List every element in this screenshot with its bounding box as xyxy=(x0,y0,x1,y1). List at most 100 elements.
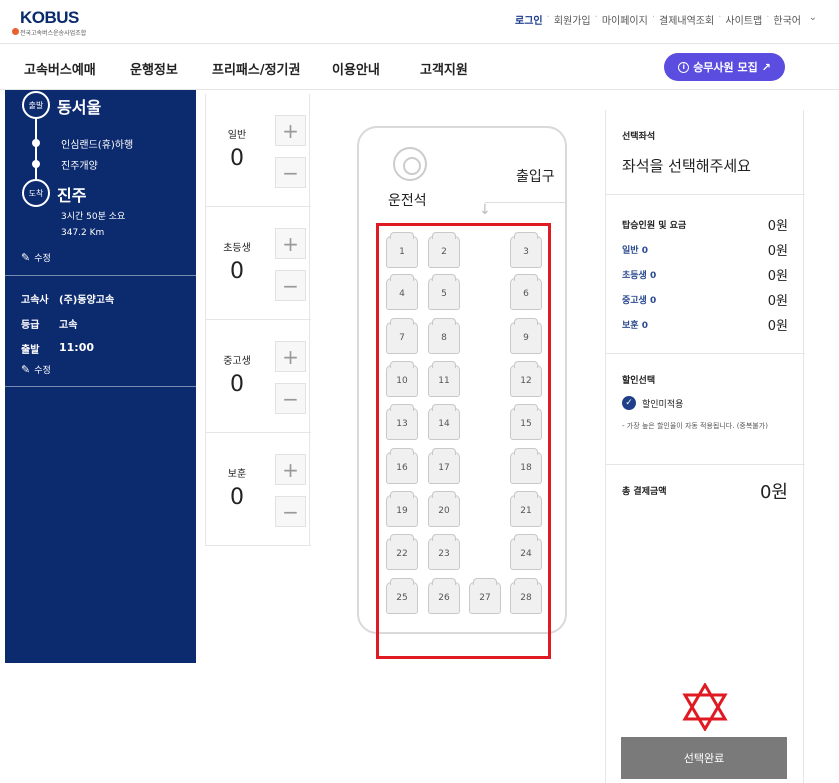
nav-booking[interactable]: 고속버스예매 xyxy=(24,59,96,78)
divider xyxy=(606,194,805,195)
company-label: 고속사 xyxy=(21,295,49,306)
minus-button[interactable]: − xyxy=(275,496,306,527)
plus-button[interactable]: + xyxy=(275,115,306,146)
seat[interactable]: 6 xyxy=(510,274,542,310)
seat[interactable]: 22 xyxy=(386,534,418,570)
counter-value: 0 xyxy=(230,259,244,284)
plus-button[interactable]: + xyxy=(275,341,306,372)
check-icon: ✓ xyxy=(622,396,636,410)
sitemap-link[interactable]: 사이트맵 xyxy=(721,12,766,27)
language-select[interactable]: 한국어 xyxy=(769,12,805,27)
plus-button[interactable]: + xyxy=(275,454,306,485)
total-amount: 0원 xyxy=(759,482,788,503)
payment-history-link[interactable]: 결제내역조회 xyxy=(655,12,718,27)
via-stop-2: 진주개양 xyxy=(61,161,98,172)
seat[interactable]: 26 xyxy=(428,578,460,614)
discount-title: 할인선택 xyxy=(622,376,656,386)
counter-value: 0 xyxy=(230,146,244,171)
edit-label: 수정 xyxy=(34,366,51,376)
minus-button[interactable]: − xyxy=(275,157,306,188)
seat[interactable]: 14 xyxy=(428,404,460,440)
seat[interactable]: 21 xyxy=(510,491,542,527)
divider xyxy=(606,353,805,354)
arrive-city: 진주 xyxy=(57,186,87,205)
edit-time-button[interactable]: ✎ 수정 xyxy=(21,363,51,376)
select-complete-button[interactable]: 선택완료 xyxy=(621,737,787,779)
fare-summary-row: 탑승인원 및 요금 0원 xyxy=(622,218,788,234)
pen-icon: ✎ xyxy=(21,363,31,376)
seat[interactable]: 4 xyxy=(386,274,418,310)
discount-option[interactable]: ✓ 할인미적용 xyxy=(622,396,683,410)
total-row: 총 결제금액 0원 xyxy=(622,482,788,503)
nav-support[interactable]: 고객지원 xyxy=(420,59,468,78)
logo-subtitle: 전국고속버스운송사업조합 xyxy=(20,30,87,37)
seat[interactable]: 19 xyxy=(386,491,418,527)
seat[interactable]: 5 xyxy=(428,274,460,310)
pen-icon: ✎ xyxy=(21,251,31,264)
seat[interactable]: 12 xyxy=(510,361,542,397)
driver-seat-label: 운전석 xyxy=(388,193,427,209)
depart-city: 동서울 xyxy=(57,98,102,117)
counter-value: 0 xyxy=(230,485,244,510)
counter-elementary: 초등생 0 + − xyxy=(206,207,311,320)
seat[interactable]: 28 xyxy=(510,578,542,614)
fare-label: 일반 0 xyxy=(622,246,648,256)
seat[interactable]: 13 xyxy=(386,404,418,440)
distance: 347.2 Km xyxy=(61,228,105,238)
seat[interactable]: 10 xyxy=(386,361,418,397)
seat[interactable]: 17 xyxy=(428,448,460,484)
counter-value: 0 xyxy=(230,372,244,397)
utility-links: 로그인 · 회원가입 · 마이페이지 · 결제내역조회 · 사이트맵 · 한국어 ⌄ xyxy=(511,12,817,27)
seat[interactable]: 18 xyxy=(510,448,542,484)
fare-title: 탑승인원 및 요금 xyxy=(622,221,687,231)
seat[interactable]: 27 xyxy=(469,578,501,614)
seat[interactable]: 2 xyxy=(428,232,460,268)
kobus-logo[interactable]: KOBUS 전국고속버스운송사업조합 xyxy=(6,6,126,38)
arrive-badge: 도착 xyxy=(22,179,50,207)
nav-schedule[interactable]: 운행정보 xyxy=(130,59,178,78)
divider xyxy=(606,464,805,465)
via-stop-1: 인심랜드(휴)하행 xyxy=(61,140,134,151)
login-link[interactable]: 로그인 xyxy=(511,12,547,27)
recruit-button[interactable]: i 승무사원 모집 ↗ xyxy=(664,53,785,81)
seat[interactable]: 9 xyxy=(510,318,542,354)
company-value: (주)동양고속 xyxy=(59,295,115,306)
nav-guide[interactable]: 이용안내 xyxy=(332,59,380,78)
seat[interactable]: 7 xyxy=(386,318,418,354)
counter-adult: 일반 0 + − xyxy=(206,94,311,207)
seat[interactable]: 20 xyxy=(428,491,460,527)
seat[interactable]: 1 xyxy=(386,232,418,268)
seat[interactable]: 8 xyxy=(428,318,460,354)
fare-amount: 0원 xyxy=(767,319,788,334)
seat[interactable]: 23 xyxy=(428,534,460,570)
signup-link[interactable]: 회원가입 xyxy=(550,12,595,27)
counter-label: 일반 xyxy=(227,130,247,141)
seat[interactable]: 25 xyxy=(386,578,418,614)
company-row: 고속사 (주)동양고속 xyxy=(21,291,114,306)
seat[interactable]: 3 xyxy=(510,232,542,268)
plus-button[interactable]: + xyxy=(275,228,306,259)
seat[interactable]: 15 xyxy=(510,404,542,440)
nav-freepass[interactable]: 프리패스/정기권 xyxy=(212,59,300,78)
counter-student: 중고생 0 + − xyxy=(206,320,311,433)
edit-route-button[interactable]: ✎ 수정 xyxy=(21,251,51,264)
seat[interactable]: 24 xyxy=(510,534,542,570)
seat-map: 운전석 출입구 ↓ 1 2 3 4 5 6 7 8 9 10 11 12 13 … xyxy=(311,94,605,783)
minus-button[interactable]: − xyxy=(275,270,306,301)
logo-text: KOBUS xyxy=(20,8,79,27)
counter-label: 중고생 xyxy=(223,356,251,367)
fare-row: 보훈 0 0원 xyxy=(622,318,788,334)
logo-dot-icon xyxy=(12,28,19,35)
via-dot-icon xyxy=(32,139,40,147)
fare-row: 중고생 0 0원 xyxy=(622,293,788,309)
counter-label: 보훈 xyxy=(227,469,247,480)
door-line xyxy=(485,202,567,203)
info-icon: i xyxy=(678,61,690,73)
chevron-down-icon: ⌄ xyxy=(808,12,817,23)
mypage-link[interactable]: 마이페이지 xyxy=(598,12,652,27)
edit-label: 수정 xyxy=(34,254,51,264)
counter-veteran: 보훈 0 + − xyxy=(206,433,311,546)
seat[interactable]: 16 xyxy=(386,448,418,484)
seat[interactable]: 11 xyxy=(428,361,460,397)
minus-button[interactable]: − xyxy=(275,383,306,414)
